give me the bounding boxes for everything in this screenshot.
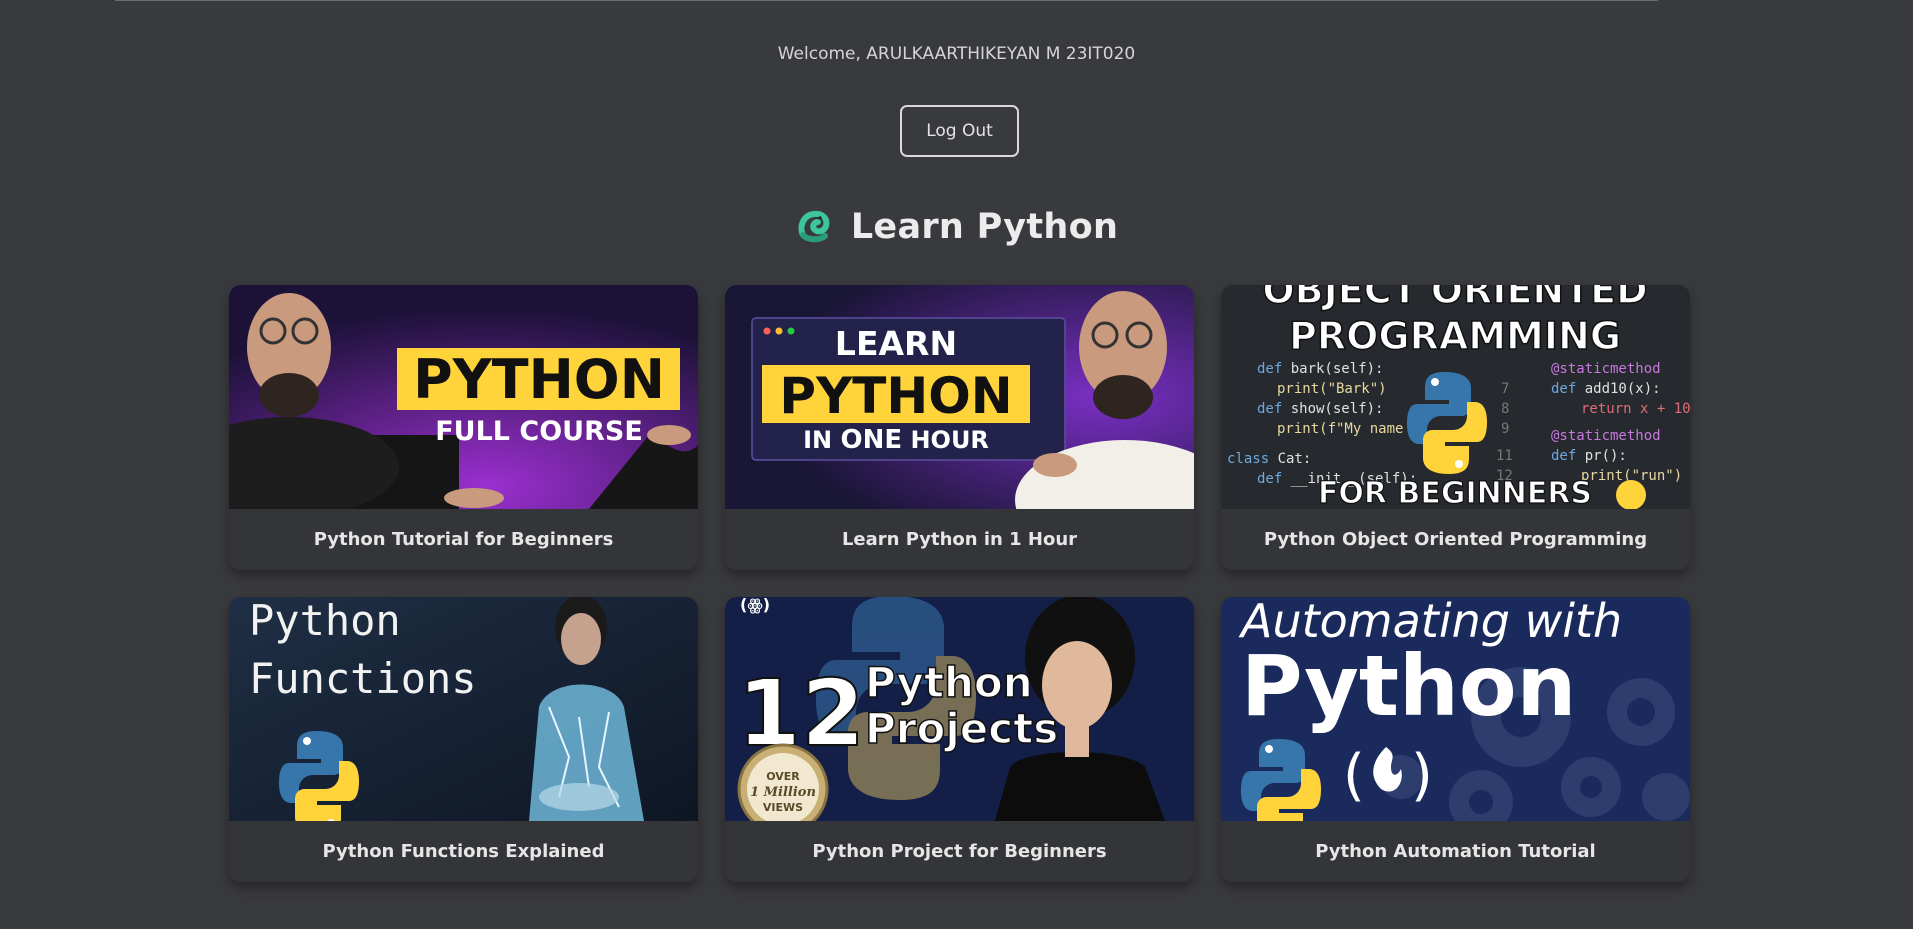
- thumb-subtext: FOR BEGINNERS: [1318, 476, 1592, 509]
- video-card[interactable]: PYTHON FULL COURSE Python Tutorial for B…: [229, 285, 698, 570]
- video-title[interactable]: Learn Python in 1 Hour: [725, 509, 1194, 570]
- video-thumbnail[interactable]: Automating with Python ( ): [1221, 597, 1690, 821]
- svg-text:VIEWS: VIEWS: [763, 801, 803, 814]
- python-snake-logo-icon: [795, 205, 835, 249]
- thumb-text: Python: [1241, 637, 1576, 735]
- video-thumbnail[interactable]: LEARN PYTHON IN ONE HOUR: [725, 285, 1194, 509]
- svg-text:def show(self):: def show(self):: [1257, 401, 1383, 417]
- thumb-subtext: IN ONE HOUR: [803, 425, 989, 455]
- svg-text:11: 11: [1496, 448, 1513, 464]
- video-title[interactable]: Python Object Oriented Programming: [1221, 509, 1690, 570]
- page-title: Learn Python: [850, 207, 1119, 247]
- svg-text:def add10(x):: def add10(x):: [1551, 381, 1661, 397]
- video-card[interactable]: Python Functions Python Functions Explai…: [229, 597, 698, 882]
- video-title[interactable]: Python Automation Tutorial: [1221, 821, 1690, 882]
- svg-text:def pr():: def pr():: [1551, 448, 1627, 464]
- thumb-text: Functions: [249, 654, 477, 703]
- video-thumbnail[interactable]: PYTHON FULL COURSE: [229, 285, 698, 509]
- svg-text:7: 7: [1501, 381, 1509, 397]
- svg-text:9: 9: [1501, 421, 1509, 437]
- video-thumbnail[interactable]: def bark(self): print("Bark") def show(s…: [1221, 285, 1690, 509]
- svg-text:class Cat:: class Cat:: [1227, 451, 1311, 467]
- top-divider: [115, 0, 1658, 1]
- thumb-text: OBJECT ORIENTED: [1262, 285, 1647, 312]
- svg-text:@staticmethod: @staticmethod: [1551, 361, 1661, 377]
- video-card[interactable]: (ꙮ) 12 Python Projects OVER 1 Million VI…: [725, 597, 1194, 882]
- svg-text:): ): [1411, 743, 1433, 808]
- video-title[interactable]: Python Tutorial for Beginners: [229, 509, 698, 570]
- video-grid: PYTHON FULL COURSE Python Tutorial for B…: [229, 285, 1691, 882]
- svg-text:return x + 10: return x + 10: [1581, 401, 1690, 417]
- logout-button[interactable]: Log Out: [900, 105, 1019, 157]
- video-card[interactable]: def bark(self): print("Bark") def show(s…: [1221, 285, 1690, 570]
- svg-text:8: 8: [1501, 401, 1509, 417]
- svg-text:OVER: OVER: [766, 770, 800, 783]
- thumb-text: PYTHON: [779, 367, 1012, 425]
- video-thumbnail[interactable]: (ꙮ) 12 Python Projects OVER 1 Million VI…: [725, 597, 1194, 821]
- svg-text:print("Bark"): print("Bark"): [1277, 381, 1387, 397]
- thumb-text: Python: [249, 597, 401, 645]
- svg-text:def bark(self):: def bark(self):: [1257, 361, 1383, 377]
- svg-text:print(f"My name: print(f"My name: [1277, 421, 1403, 437]
- section-heading: Learn Python: [0, 205, 1913, 249]
- svg-text:(: (: [1343, 743, 1365, 808]
- thumb-text: LEARN: [835, 324, 957, 363]
- video-card[interactable]: LEARN PYTHON IN ONE HOUR Learn Python in…: [725, 285, 1194, 570]
- views-badge: OVER 1 Million VIEWS: [737, 743, 829, 821]
- thumb-text: Python: [865, 658, 1033, 707]
- thumb-text: Projects: [865, 704, 1058, 753]
- video-title[interactable]: Python Functions Explained: [229, 821, 698, 882]
- video-thumbnail[interactable]: Python Functions: [229, 597, 698, 821]
- welcome-message: Welcome, ARULKAARTHIKEYAN M 23IT020: [777, 44, 1136, 64]
- lightbulb-icon: [1616, 480, 1646, 509]
- video-title[interactable]: Python Project for Beginners: [725, 821, 1194, 882]
- thumb-text: PYTHON: [413, 348, 665, 411]
- svg-text:1 Million: 1 Million: [750, 785, 816, 800]
- thumb-subtext: FULL COURSE: [435, 416, 643, 447]
- freecodecamp-icon: (ꙮ): [740, 597, 770, 614]
- thumb-text: PROGRAMMING: [1289, 314, 1621, 358]
- video-card[interactable]: Automating with Python ( ) Python Automa…: [1221, 597, 1690, 882]
- svg-text:@staticmethod: @staticmethod: [1551, 428, 1661, 444]
